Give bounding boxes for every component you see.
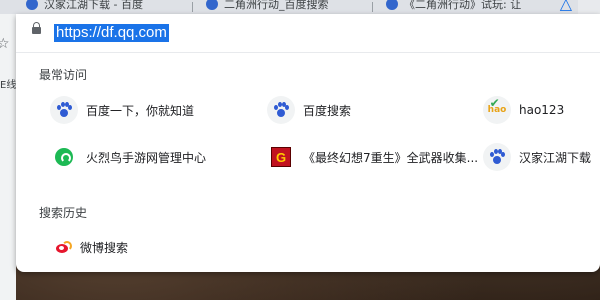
baidu-paw-icon	[483, 143, 511, 171]
weibo-icon	[56, 240, 72, 255]
most-visited-label: hao123	[519, 103, 565, 117]
search-history-title: 搜索历史	[39, 206, 88, 220]
most-visited-label: 汉家江湖下载	[519, 150, 592, 165]
active-tab-icon[interactable]: △	[560, 0, 572, 13]
most-visited-label: 百度一下，你就知道	[86, 103, 195, 118]
most-visited-label: 百度搜索	[303, 103, 352, 118]
tab-strip: 汉家江湖下载 - 百度 二角洲行动_百度搜索 《二角洲行动》试玩: 让 △	[0, 0, 600, 14]
baidu-paw-icon	[267, 96, 295, 124]
tab-hanjia-baidu[interactable]: 汉家江湖下载 - 百度	[18, 0, 151, 14]
hao123-icon: hao ✔	[483, 96, 511, 124]
tab-sanjiaozhou-search[interactable]: 二角洲行动_百度搜索	[198, 0, 337, 14]
lock-icon[interactable]	[32, 22, 41, 34]
tab-title: 二角洲行动_百度搜索	[224, 0, 329, 11]
divider	[16, 52, 600, 53]
most-visited-label: 火烈鸟手游网管理中心	[86, 150, 207, 165]
tab-separator	[372, 2, 373, 12]
toolbar-left-edge: ☆ E线	[0, 14, 16, 300]
most-visited-item[interactable]: 百度搜索	[267, 93, 351, 127]
most-visited-item[interactable]: 汉家江湖下载	[483, 140, 591, 174]
tab-title: 《二角洲行动》试玩: 让	[404, 0, 522, 11]
most-visited-label: 《最终幻想7重生》全武器收集...	[303, 150, 479, 165]
baidu-favicon-icon	[386, 0, 398, 10]
tab-separator	[192, 2, 193, 12]
url-text[interactable]: https://df.qq.com	[54, 24, 169, 42]
history-label: 微博搜索	[80, 241, 129, 255]
most-visited-item[interactable]: 百度一下，你就知道	[50, 93, 194, 127]
baidu-paw-icon	[50, 96, 78, 124]
most-visited-item[interactable]: G 《最终幻想7重生》全武器收集...	[267, 140, 478, 174]
bookmark-bar-item[interactable]: E线	[0, 76, 16, 91]
baidu-favicon-icon	[26, 0, 38, 10]
bookmark-star-icon[interactable]: ☆	[0, 36, 10, 52]
most-visited-item[interactable]: hao ✔ hao123	[483, 93, 564, 127]
tab-title: 汉家江湖下载 - 百度	[44, 0, 143, 11]
most-visited-title: 最常访问	[39, 68, 88, 82]
huolieniao-icon	[50, 143, 78, 171]
most-visited-item[interactable]: 火烈鸟手游网管理中心	[50, 140, 206, 174]
window-control[interactable]	[578, 0, 600, 14]
tab-sanjiaozhou-trial[interactable]: 《二角洲行动》试玩: 让	[378, 0, 529, 14]
omnibox-dropdown: https://df.qq.com 最常访问 百度一下，你就知道 百度搜索 ha…	[16, 14, 600, 272]
baidu-favicon-icon	[206, 0, 218, 10]
address-bar[interactable]: https://df.qq.com	[16, 14, 600, 52]
history-item[interactable]: 微博搜索	[56, 239, 128, 256]
g-logo-icon: G	[267, 143, 295, 171]
